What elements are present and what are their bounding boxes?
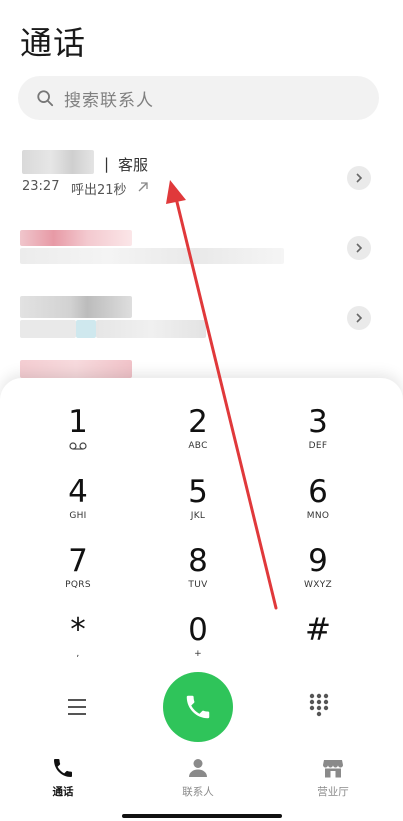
tab-business-hall[interactable]: 营业厅 (283, 756, 383, 799)
tab-calls[interactable]: 通话 (13, 756, 113, 799)
redacted-name (20, 296, 132, 318)
chevron-right-icon (356, 243, 363, 253)
dial-key-6[interactable]: 6 MNO (258, 474, 378, 536)
redacted-name (20, 230, 132, 246)
dial-key-8[interactable]: 8 TUV (138, 543, 258, 605)
dial-key-2[interactable]: 2 ABC (138, 404, 258, 466)
tab-label: 营业厅 (317, 786, 349, 798)
redacted-details (76, 320, 96, 338)
dial-key-9[interactable]: 9 WXYZ (258, 543, 378, 605)
dial-key-1[interactable]: 1 (18, 404, 138, 466)
recent-call-item[interactable]: | 客服 23:27 呼出21秒 (0, 148, 403, 208)
home-indicator (122, 814, 282, 818)
chevron-right-icon (356, 313, 363, 323)
dial-key-5[interactable]: 5 JKL (138, 474, 258, 536)
dial-key-7[interactable]: 7 PQRS (18, 543, 138, 605)
dial-key-0[interactable]: 0 + (138, 612, 258, 674)
redacted-details (96, 320, 206, 338)
recent-call-item[interactable] (0, 294, 403, 342)
redacted-details (20, 320, 76, 338)
store-icon (323, 760, 343, 778)
dial-key-3[interactable]: 3 DEF (258, 404, 378, 466)
person-icon (189, 759, 207, 777)
redacted-name (20, 360, 132, 378)
bottom-tab-bar: 通话 联系人 营业厅 (0, 748, 403, 804)
tab-contacts[interactable]: 联系人 (148, 756, 248, 799)
recent-call-item[interactable] (0, 226, 403, 270)
menu-icon[interactable] (64, 694, 90, 720)
chevron-right-icon (356, 173, 363, 183)
redacted-details (20, 248, 284, 264)
call-time: 23:27 (22, 179, 60, 194)
redacted-name (22, 150, 94, 174)
dial-key-4[interactable]: 4 GHI (18, 474, 138, 536)
call-button[interactable] (163, 672, 233, 742)
phone-icon (186, 695, 210, 719)
call-description: 呼出21秒 (71, 183, 127, 198)
voicemail-icon (69, 442, 87, 450)
outgoing-call-icon (138, 182, 148, 192)
contact-label: 客服 (118, 156, 149, 174)
page-title: 通话 (20, 24, 87, 62)
call-details-button[interactable] (347, 236, 371, 260)
call-details-button[interactable] (347, 306, 371, 330)
search-icon (37, 90, 54, 107)
name-separator: | (104, 155, 110, 173)
dialpad-toggle-icon[interactable] (308, 692, 330, 718)
phone-icon (54, 759, 72, 777)
tab-label: 通话 (52, 786, 74, 798)
dial-key-star[interactable]: * , (18, 612, 138, 674)
search-bar[interactable]: 搜索联系人 (18, 76, 379, 120)
call-details-button[interactable] (347, 166, 371, 190)
tab-label: 联系人 (182, 786, 214, 798)
search-input[interactable]: 搜索联系人 (64, 86, 154, 111)
dial-key-hash[interactable]: # (258, 612, 378, 674)
